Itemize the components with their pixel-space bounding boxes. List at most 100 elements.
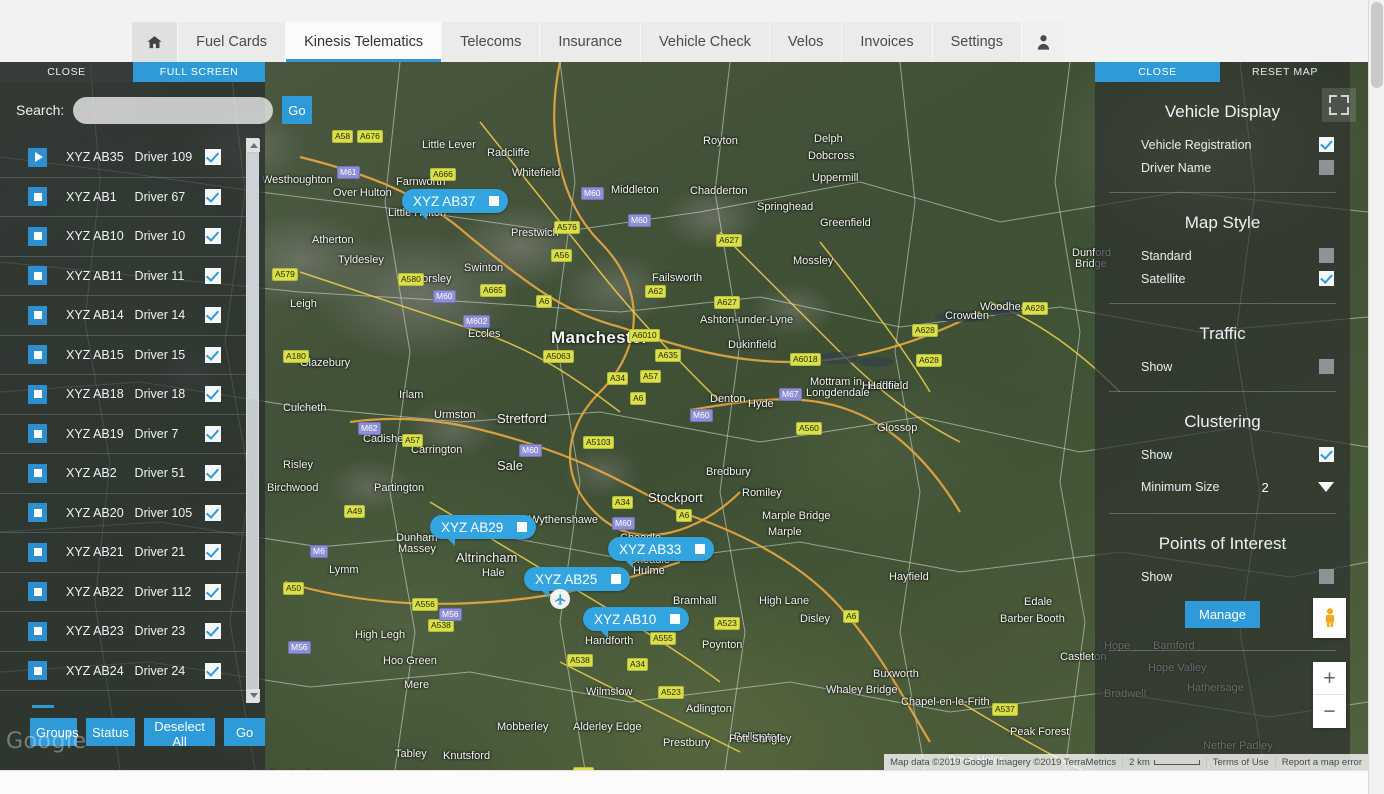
terms-of-use-link[interactable]: Terms of Use — [1205, 756, 1275, 768]
vehicle-visibility-checkbox[interactable] — [205, 425, 221, 442]
vehicle-visibility-checkbox[interactable] — [205, 267, 221, 284]
zoom-controls[interactable]: + − — [1313, 662, 1346, 728]
driver-name-checkbox[interactable] — [1319, 160, 1334, 175]
vehicle-visibility-checkbox[interactable] — [205, 188, 221, 205]
nav-item-settings[interactable]: Settings — [932, 22, 1022, 62]
nav-home-button[interactable] — [132, 22, 179, 62]
vehicle-list-item[interactable]: XYZ AB23 Driver 23 — [0, 612, 247, 652]
nav-user-account-button[interactable] — [1022, 22, 1066, 62]
vehicle-visibility-checkbox[interactable] — [205, 386, 221, 403]
option-vehicle-registration[interactable]: Vehicle Registration — [1095, 134, 1350, 155]
zoom-in-button[interactable]: + — [1313, 662, 1346, 695]
option-traffic-show[interactable]: Show — [1095, 356, 1350, 377]
option-driver-name[interactable]: Driver Name — [1095, 157, 1350, 178]
nav-item-fuel-cards[interactable]: Fuel Cards — [178, 22, 287, 62]
vehicle-map-marker[interactable]: XYZ AB33 — [608, 537, 715, 568]
vehicle-map-marker[interactable]: XYZ AB29 — [430, 515, 537, 546]
groups-button[interactable]: Groups — [30, 718, 79, 746]
vehicle-visibility-checkbox[interactable] — [205, 307, 221, 324]
zoom-out-button[interactable]: − — [1313, 695, 1346, 728]
report-map-error-link[interactable]: Report a map error — [1274, 756, 1368, 768]
map-style-satellite-checkbox[interactable] — [1319, 271, 1334, 286]
vehicle-stop-button[interactable] — [28, 542, 47, 562]
vehicle-stop-button[interactable] — [28, 345, 47, 365]
vehicle-stop-button[interactable] — [28, 621, 47, 641]
clustering-show-checkbox[interactable] — [1319, 447, 1334, 462]
vehicle-stop-button[interactable] — [28, 424, 47, 444]
vehicle-stop-button[interactable] — [28, 503, 47, 523]
traffic-show-checkbox[interactable] — [1319, 359, 1334, 374]
scroll-up-arrow-icon[interactable] — [247, 139, 260, 152]
scrollbar-thumb[interactable] — [248, 154, 259, 399]
vehicle-list-item[interactable]: XYZ AB2 Driver 51 — [0, 454, 247, 494]
vehicle-list-item[interactable]: XYZ AB15 Driver 15 — [0, 336, 247, 375]
vehicle-stop-button[interactable] — [28, 226, 47, 246]
vehicle-list-item[interactable]: XYZ AB19 Driver 7 — [0, 415, 247, 454]
vehicle-map-marker[interactable]: XYZ AB37 — [402, 189, 509, 220]
vehicle-stop-button[interactable] — [28, 384, 47, 404]
vehicle-list-item[interactable]: XYZ AB11 Driver 11 — [0, 257, 247, 296]
vehicle-visibility-checkbox[interactable] — [205, 662, 221, 679]
poi-show-checkbox[interactable] — [1319, 569, 1334, 584]
vehicle-list-item[interactable]: XYZ AB18 Driver 18 — [0, 375, 247, 415]
map-viewport[interactable]: Manchester Stockport Ashton-under-Lyne Eccl… — [0, 62, 1368, 770]
map-style-standard-checkbox[interactable] — [1319, 248, 1334, 263]
nav-item-invoices[interactable]: Invoices — [842, 22, 933, 62]
vehicle-stop-button[interactable] — [28, 582, 47, 602]
vehicle-registration-checkbox[interactable] — [1319, 137, 1334, 152]
list-go-button[interactable]: Go — [224, 718, 265, 746]
vehicle-visibility-checkbox[interactable] — [205, 544, 221, 561]
option-poi-show[interactable]: Show — [1095, 566, 1350, 587]
deselect-all-button[interactable]: Deselect All — [143, 718, 216, 749]
page-scrollbar[interactable] — [1368, 0, 1384, 794]
vehicle-list[interactable]: XYZ AB35 Driver 109 XYZ AB1 Driver 67 XYZ AB… — [0, 138, 265, 703]
vehicle-stop-button[interactable] — [28, 305, 47, 325]
pegman-street-view-control[interactable] — [1313, 598, 1346, 638]
vehicle-list-scrollbar[interactable] — [246, 138, 260, 703]
vehicle-list-item[interactable]: XYZ AB22 Driver 112 — [0, 573, 247, 612]
scroll-down-arrow-icon[interactable] — [247, 689, 260, 702]
vehicle-stop-button[interactable] — [28, 463, 47, 483]
vehicle-visibility-checkbox[interactable] — [205, 465, 221, 482]
vehicle-map-marker[interactable]: XYZ AB25 — [524, 567, 631, 598]
option-standard[interactable]: Standard — [1095, 245, 1350, 266]
vehicle-visibility-checkbox[interactable] — [205, 149, 221, 166]
vehicle-list-item[interactable]: XYZ AB10 Driver 10 — [0, 217, 247, 257]
left-panel-close-button[interactable]: CLOSE — [0, 62, 133, 82]
vehicle-map-marker[interactable]: XYZ AB10 — [583, 607, 690, 638]
option-clustering-show[interactable]: Show — [1095, 444, 1350, 465]
vehicle-stop-button[interactable] — [28, 266, 47, 286]
vehicle-stop-button[interactable] — [28, 661, 47, 681]
vehicle-list-item[interactable]: XYZ AB35 Driver 109 — [0, 138, 247, 178]
vehicle-visibility-checkbox[interactable] — [205, 346, 221, 363]
vehicle-visibility-checkbox[interactable] — [205, 504, 221, 521]
fullscreen-button[interactable]: FULL SCREEN — [133, 62, 265, 82]
chevron-down-icon[interactable] — [1318, 482, 1334, 492]
vehicle-stop-button[interactable] — [28, 187, 47, 207]
option-satellite[interactable]: Satellite — [1095, 268, 1350, 289]
fullscreen-icon[interactable] — [1322, 88, 1356, 122]
vehicle-visibility-checkbox[interactable] — [205, 623, 221, 640]
vehicle-list-item[interactable]: XYZ AB24 Driver 24 — [0, 652, 247, 691]
nav-item-kinesis-telematics[interactable]: Kinesis Telematics — [286, 22, 443, 62]
search-go-button[interactable]: Go — [282, 96, 312, 124]
manage-poi-button[interactable]: Manage — [1185, 601, 1260, 628]
vehicle-play-button[interactable] — [28, 147, 47, 167]
vehicle-list-item[interactable]: XYZ AB14 Driver 14 — [0, 296, 247, 336]
page-scrollbar-thumb[interactable] — [1371, 2, 1383, 88]
nav-item-telecoms[interactable]: Telecoms — [442, 22, 541, 62]
search-input[interactable] — [73, 96, 274, 124]
vehicle-list-item[interactable]: XYZ AB21 Driver 21 — [0, 533, 247, 573]
airport-poi-marker[interactable] — [550, 589, 570, 609]
nav-item-insurance[interactable]: Insurance — [540, 22, 642, 62]
vehicle-list-item[interactable]: XYZ AB20 Driver 105 — [0, 494, 247, 533]
nav-item-velos[interactable]: Velos — [769, 22, 843, 62]
vehicle-list-item[interactable]: XYZ AB1 Driver 67 — [0, 178, 247, 217]
nav-item-vehicle-check[interactable]: Vehicle Check — [641, 22, 770, 62]
right-panel-close-button[interactable]: CLOSE — [1095, 62, 1220, 82]
reset-map-button[interactable]: RESET MAP — [1220, 62, 1350, 82]
vehicle-visibility-checkbox[interactable] — [205, 228, 221, 245]
status-button[interactable]: Status — [86, 718, 135, 746]
vehicle-visibility-checkbox[interactable] — [205, 583, 221, 600]
minimum-size-row[interactable]: Minimum Size 2 — [1095, 475, 1350, 499]
